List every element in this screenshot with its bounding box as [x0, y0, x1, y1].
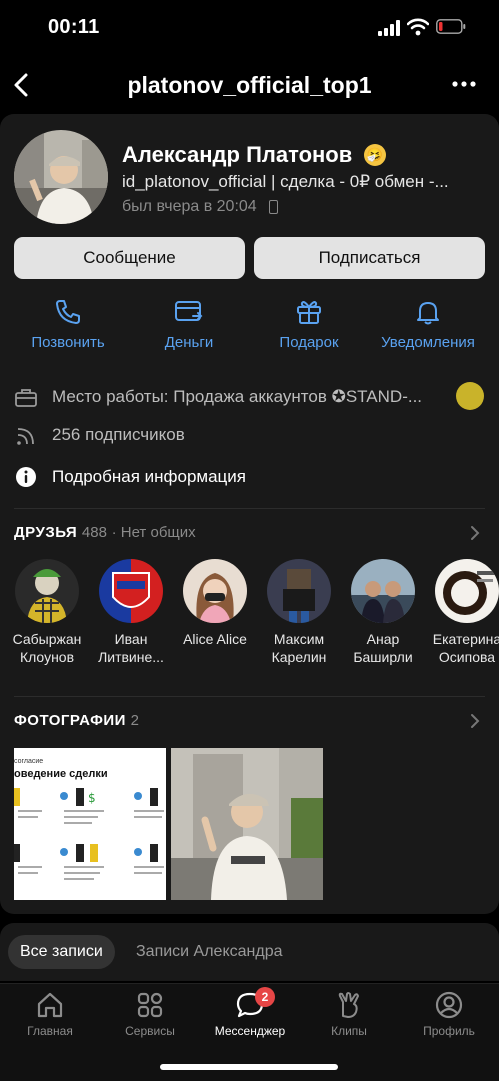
friend-avatar [99, 559, 163, 623]
divider [14, 696, 485, 697]
work-text: Место работы: Продажа аккаунтов ✪STAND-.… [52, 387, 423, 406]
nav-profile[interactable]: Профиль [399, 990, 499, 1038]
gift-icon [297, 301, 321, 324]
notifications-action[interactable]: Уведомления [368, 298, 488, 351]
nav-services-label: Сервисы [125, 1024, 175, 1038]
chevron-right-icon[interactable] [468, 523, 482, 543]
nav-services[interactable]: Сервисы [100, 990, 200, 1038]
subscribers-text: 256 подписчиков [52, 425, 185, 444]
deal-scheme-image: $ [14, 788, 164, 880]
nav-clips-label: Клипы [331, 1024, 367, 1038]
profile-name: Александр Платонов [122, 142, 353, 167]
money-transfer-icon [175, 301, 203, 321]
friend-first-name: Alice Alice [183, 631, 247, 647]
friends-count: 488 [81, 524, 107, 541]
nav-home-label: Главная [27, 1024, 73, 1038]
gift-label: Подарок [279, 334, 339, 351]
friend-first-name: Максим [273, 631, 325, 647]
profile-status: id_platonov_official | сделка - 0₽ обмен… [122, 172, 449, 191]
friend-item[interactable]: Иван Литвине... [91, 559, 171, 666]
gift-action[interactable]: Подарок [249, 298, 369, 351]
friend-item[interactable]: Максим Карелин [259, 559, 339, 666]
phone-icon [56, 300, 80, 324]
status-emoji: 🤧 [364, 144, 386, 166]
friend-last-name: Литвине... [98, 649, 164, 665]
friends-header[interactable]: ДРУЗЬЯ 488 · Нет общих [14, 524, 196, 541]
friend-avatar [15, 559, 79, 623]
money-action[interactable]: Деньги [129, 298, 249, 351]
nav-profile-label: Профиль [423, 1024, 475, 1038]
friend-first-name: Сабыржан [12, 631, 82, 647]
photos-title: ФОТОГРАФИИ [14, 712, 126, 729]
friend-avatar [183, 559, 247, 623]
friend-last-name: Карелин [271, 649, 327, 665]
message-button[interactable]: Сообщение [14, 237, 245, 279]
messenger-badge: 2 [255, 987, 275, 1007]
friend-avatar [351, 559, 415, 623]
call-action[interactable]: Позвонить [8, 298, 128, 351]
wifi-icon [407, 18, 429, 36]
nav-home[interactable]: Главная [0, 990, 100, 1038]
money-label: Деньги [164, 334, 214, 351]
chevron-right-icon[interactable] [468, 711, 482, 731]
services-icon [137, 992, 163, 1018]
friends-title: ДРУЗЬЯ [14, 524, 78, 541]
page-title: platonov_official_top1 [127, 72, 372, 98]
nav-clips[interactable]: Клипы [299, 990, 399, 1038]
home-indicator[interactable] [160, 1064, 338, 1070]
work-group-avatar[interactable] [456, 382, 484, 410]
friend-item[interactable]: Анар Баширли [343, 559, 423, 666]
tab-alexander-posts[interactable]: Записи Александра [136, 935, 283, 969]
details-text: Подробная информация [52, 467, 246, 486]
signal-icon [378, 20, 400, 36]
friend-last-name: Клоунов [19, 649, 75, 665]
friend-first-name: Екатерина [432, 631, 499, 647]
friend-last-name: Баширли [353, 649, 413, 665]
photos-count: 2 [130, 712, 139, 729]
friend-avatar [267, 559, 331, 623]
friend-avatar [435, 559, 499, 623]
notifications-label: Уведомления [381, 334, 475, 351]
rss-icon [17, 428, 34, 445]
tab-all-posts[interactable]: Все записи [8, 935, 115, 969]
battery-icon [436, 19, 466, 34]
profile-photo-image [171, 748, 323, 900]
divider [14, 508, 485, 509]
mobile-device-icon [269, 200, 278, 214]
bell-icon [417, 302, 439, 325]
home-icon [37, 992, 63, 1018]
friend-first-name: Иван [114, 631, 148, 647]
avatar[interactable] [14, 130, 108, 224]
friend-item[interactable]: Екатерина Осипова [427, 559, 499, 666]
photos-header[interactable]: ФОТОГРАФИИ 2 [14, 712, 139, 729]
info-icon [16, 467, 36, 487]
friend-first-name: Анар [366, 631, 400, 647]
photo-thumbnail[interactable]: согласие оведение сделки $ [14, 748, 166, 900]
last-seen: был вчера в 20:04 [122, 198, 257, 215]
more-icon[interactable] [450, 74, 478, 94]
friend-item[interactable]: Alice Alice [175, 559, 255, 648]
status-time: 00:11 [48, 16, 100, 38]
friend-item[interactable]: Сабыржан Клоунов [7, 559, 87, 666]
briefcase-icon [15, 389, 37, 407]
svg-text:$: $ [88, 791, 96, 805]
clips-icon [338, 992, 359, 1018]
subscribe-button[interactable]: Подписаться [254, 237, 485, 279]
nav-messenger[interactable]: Мессенджер [200, 990, 300, 1038]
photo-thumbnail[interactable] [171, 748, 323, 900]
friends-common: · Нет общих [111, 524, 196, 541]
friend-last-name: Осипова [438, 649, 496, 665]
call-label: Позвонить [31, 334, 105, 351]
nav-messenger-label: Мессенджер [214, 1024, 286, 1038]
profile-icon [435, 991, 463, 1019]
